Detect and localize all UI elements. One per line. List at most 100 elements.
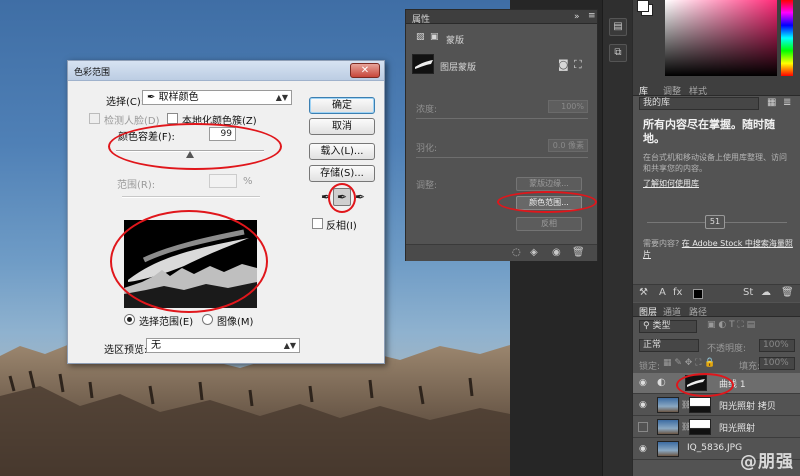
color-swatch-icon[interactable] <box>693 289 703 299</box>
trash-icon[interactable]: 🗑 <box>781 287 794 298</box>
eyedropper-icon: ✒ <box>147 92 156 103</box>
grid-view-icon[interactable]: ▦ <box>767 97 776 108</box>
layer-row[interactable]: ◉ ⛓ 阳光照射 拷贝 <box>633 395 800 416</box>
eye-icon[interactable]: ◉ <box>639 378 647 388</box>
subtract-from-sample-eyedropper-icon[interactable]: ✒ <box>351 188 369 206</box>
range-slider-track[interactable] <box>122 196 260 198</box>
opacity-label: 不透明度: <box>707 344 747 354</box>
layer-mask-thumbnail[interactable] <box>689 397 711 413</box>
stock-counter-badge: 51 <box>705 215 725 229</box>
library-dropdown[interactable]: 我的库 <box>639 97 759 110</box>
mask-edge-button[interactable]: 蒙版边缘... <box>516 177 582 191</box>
lock-icons[interactable]: ▦ ✎ ✥ ⛶ 🔒 <box>663 358 716 368</box>
fill-input[interactable]: 100% <box>759 357 795 370</box>
eye-icon[interactable]: ◉ <box>639 444 647 454</box>
selection-preview-select[interactable]: 无 ▲▼ <box>146 338 300 353</box>
cancel-button[interactable]: 取消 <box>309 118 375 135</box>
fuzziness-slider-thumb[interactable] <box>186 151 194 158</box>
save-button[interactable]: 存储(S)... <box>309 165 375 182</box>
vector-mask-icon[interactable]: ⛶ <box>574 58 582 72</box>
select-label: 选择(C): <box>106 97 145 108</box>
tab-paths[interactable]: 路径 <box>689 305 707 318</box>
select-dropdown[interactable]: ✒ 取样颜色 ▲▼ <box>142 90 292 105</box>
library-headline: 所有内容尽在掌握。随时随地。 <box>643 118 775 145</box>
color-field[interactable] <box>665 0 777 76</box>
curves-adjustment-icon: ◐ <box>657 377 666 388</box>
tab-layers[interactable]: 图层 <box>639 305 657 318</box>
pixel-mask-icon[interactable]: ◙ <box>558 58 569 71</box>
layer-row[interactable]: ⛓ 阳光照射 <box>633 417 800 438</box>
layer-name[interactable]: 阳光照射 拷贝 <box>719 399 776 412</box>
hue-slider[interactable] <box>781 0 793 76</box>
feather-slider[interactable] <box>416 157 588 158</box>
panel-dock-strip: ▤ ⧉ <box>602 0 632 476</box>
invert-mask-button[interactable]: 反相 <box>516 217 582 231</box>
adjustment-icon[interactable]: ▨ <box>416 32 425 42</box>
load-button[interactable]: 载入(L)... <box>309 143 375 160</box>
close-button[interactable]: ✕ <box>350 63 380 78</box>
collapse-icon[interactable]: » <box>574 12 580 22</box>
mask-icon[interactable]: ▣ <box>430 32 439 42</box>
fill-label: 填充: <box>739 362 761 372</box>
eye-icon[interactable]: ◉ <box>552 247 561 258</box>
layer-name[interactable]: 曲线 1 <box>719 377 746 390</box>
invert-checkbox[interactable] <box>312 218 323 229</box>
stock-prefix: 需要内容? <box>643 239 680 248</box>
image-radio[interactable] <box>202 314 213 325</box>
fuzziness-input[interactable]: 99 <box>209 127 236 141</box>
visibility-off-box[interactable] <box>638 422 648 432</box>
feather-input[interactable]: 0.0 像素 <box>548 139 588 152</box>
range-input[interactable] <box>209 174 237 188</box>
load-selection-icon[interactable]: ◌ <box>512 247 521 258</box>
trash-icon[interactable]: 🗑 <box>572 247 585 258</box>
layer-filter-select[interactable]: ⚲ 类型 <box>639 320 697 333</box>
right-panels: 库 调整 样式 我的库 ▦ ≣ 所有内容尽在掌握。随时随地。 在台式机和移动设备… <box>632 0 800 476</box>
apply-mask-icon[interactable]: ◈ <box>530 247 538 258</box>
layer-name[interactable]: 阳光照射 <box>719 421 755 434</box>
stock-icon[interactable]: St <box>743 287 753 298</box>
cloud-sync-icon[interactable]: ☁ <box>761 287 771 298</box>
text-style-icon[interactable]: A <box>659 287 666 298</box>
channels-panel-icon[interactable]: ⧉ <box>609 44 627 62</box>
localized-clusters-checkbox[interactable] <box>167 113 178 124</box>
blend-mode-select[interactable]: 正常 <box>639 339 699 352</box>
chevron-down-icon: ▲▼ <box>275 93 288 102</box>
layer-mask-thumbnail[interactable] <box>689 419 711 435</box>
lock-label: 锁定: <box>639 362 661 372</box>
properties-footer: ◌ ◈ ◉ 🗑 <box>406 244 597 261</box>
dialog-titlebar[interactable]: 色彩范围 ✕ <box>68 61 384 81</box>
properties-panel: 属性 » ≡ ▨ ▣ 蒙版 图层蒙版 ◙ ⛶ 浓度: 100% 羽化: 0.0 … <box>405 9 598 261</box>
properties-tab[interactable]: 属性 <box>412 12 430 25</box>
add-to-sample-eyedropper-icon[interactable]: ✒ <box>333 188 351 206</box>
properties-tabbar: 属性 » ≡ <box>406 10 597 25</box>
localized-clusters-label: 本地化颜色簇(Z) <box>182 116 257 127</box>
layer-mask-thumbnail[interactable] <box>685 375 707 391</box>
tab-adjustments[interactable]: 调整 <box>663 84 681 97</box>
filter-icons[interactable]: ▣ ◐ T ⛶ ▤ <box>707 320 755 330</box>
ok-button[interactable]: 确定 <box>309 97 375 114</box>
properties-panel-icon[interactable]: ▤ <box>609 18 627 36</box>
layer-row[interactable]: ◉ ◐ 曲线 1 <box>633 373 800 394</box>
watermark: @朋强 <box>740 452 794 472</box>
list-view-icon[interactable]: ≣ <box>783 97 791 108</box>
color-range-button[interactable]: 颜色范围... <box>516 196 582 210</box>
fx-icon[interactable]: fx <box>673 287 682 298</box>
density-input[interactable]: 100% <box>548 100 588 113</box>
detect-faces-checkbox[interactable] <box>89 113 100 124</box>
select-value: 取样颜色 <box>158 92 199 103</box>
panel-menu-icon[interactable]: ≡ <box>588 11 596 21</box>
brush-icon[interactable]: ⚒ <box>639 287 648 298</box>
layer-name[interactable]: IQ_5836.JPG <box>687 443 742 453</box>
opacity-input[interactable]: 100% <box>759 339 795 352</box>
tab-library[interactable]: 库 <box>639 84 648 97</box>
layers-tabs: 图层 通道 路径 <box>633 303 800 318</box>
selection-radio[interactable] <box>124 314 135 325</box>
detect-faces-label: 检测人脸(D) <box>104 116 160 127</box>
tab-styles[interactable]: 样式 <box>689 84 707 97</box>
selection-preview-value: 无 <box>151 340 161 351</box>
learn-library-link[interactable]: 了解如何使用库 <box>643 178 699 189</box>
tab-channels[interactable]: 通道 <box>663 305 681 318</box>
foreground-color-swatch[interactable] <box>637 0 649 12</box>
eye-icon[interactable]: ◉ <box>639 400 647 410</box>
density-slider[interactable] <box>416 118 588 119</box>
